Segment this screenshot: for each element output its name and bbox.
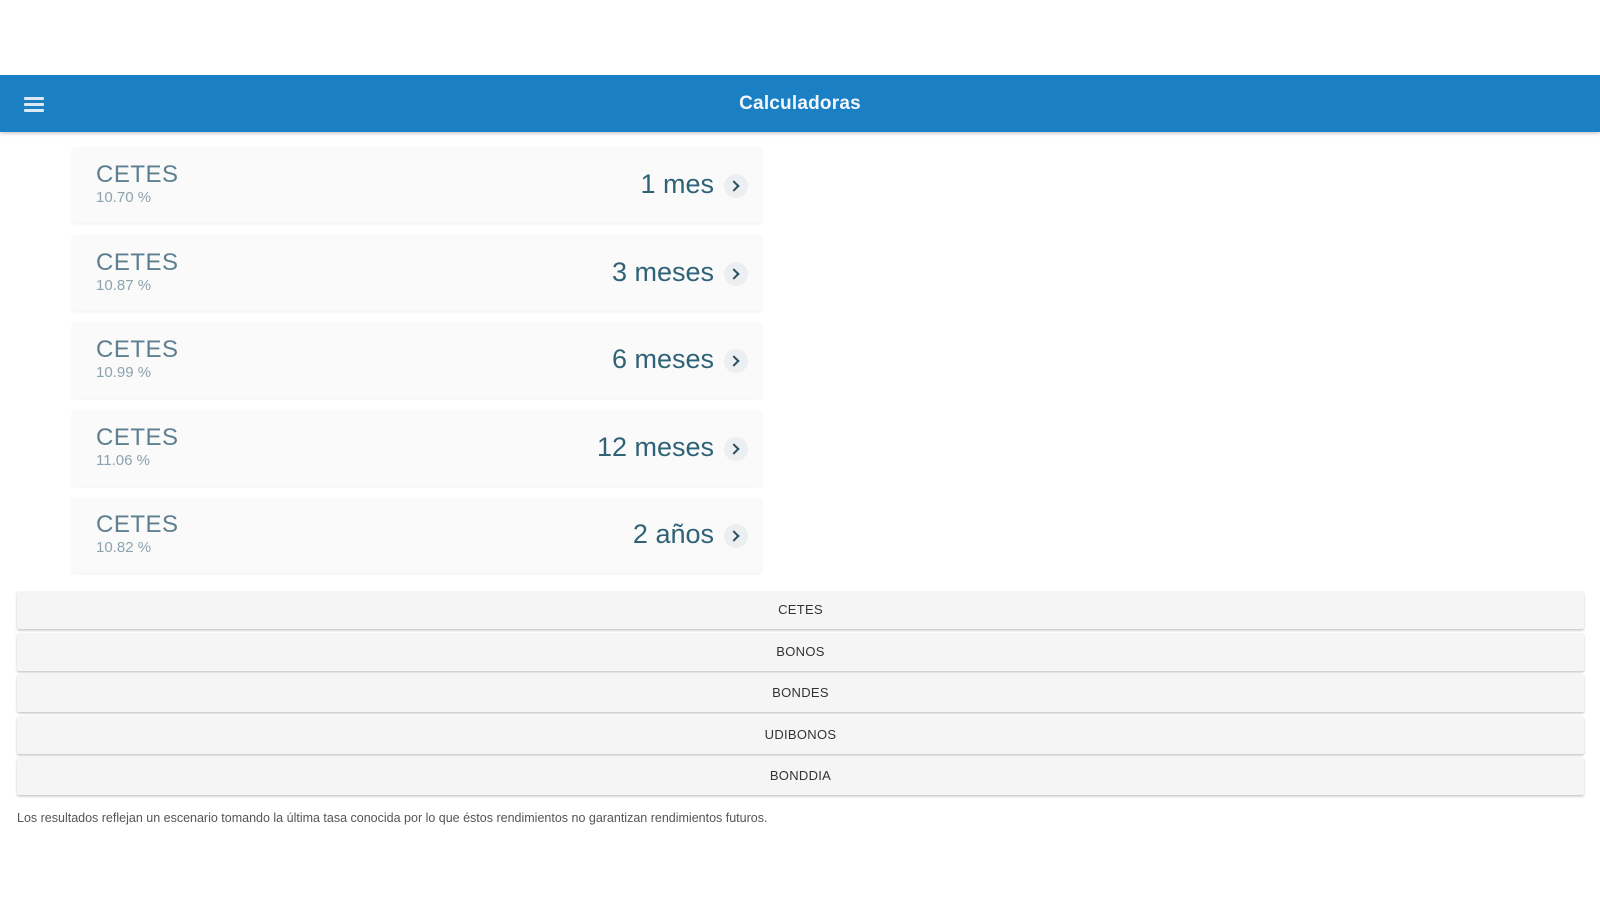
term-label: 1 mes xyxy=(640,169,714,199)
rate-card-3-meses[interactable]: CETES 10.87 % 3 meses xyxy=(72,234,762,311)
bonddia-button[interactable]: BONDDIA xyxy=(17,757,1584,795)
chevron-right-icon[interactable] xyxy=(724,261,748,286)
disclaimer-text: Los resultados reflejan un escenario tom… xyxy=(17,811,768,825)
rate-card-1-mes[interactable]: CETES 10.70 % 1 mes xyxy=(72,147,762,223)
rate-percentage: 11.06 % xyxy=(96,451,150,469)
chevron-right-icon[interactable] xyxy=(724,524,748,548)
app-bar: Calculadoras xyxy=(0,75,1600,132)
term-label: 6 meses xyxy=(611,344,714,374)
rate-percentage: 10.70 % xyxy=(96,189,152,206)
chevron-right-icon[interactable] xyxy=(724,436,748,461)
udibonos-button[interactable]: UDIBONOS xyxy=(17,715,1584,754)
page-title: Calculadoras xyxy=(739,93,861,114)
term-label: 12 meses xyxy=(596,431,714,462)
bonos-button[interactable]: BONOS xyxy=(17,632,1584,671)
rate-percentage: 10.82 % xyxy=(96,539,152,556)
rate-percentage: 10.99 % xyxy=(96,364,152,381)
instrument-name: CETES xyxy=(96,423,179,451)
instrument-name: CETES xyxy=(96,511,179,538)
chevron-right-icon[interactable] xyxy=(724,349,748,373)
bondes-button[interactable]: BONDES xyxy=(17,674,1584,712)
term-label: 2 años xyxy=(632,519,714,549)
rate-card-2-anos[interactable]: CETES 10.82 % 2 años xyxy=(72,497,762,573)
instrument-name: CETES xyxy=(96,248,179,276)
chevron-right-icon[interactable] xyxy=(724,174,748,198)
rate-list: CETES 10.70 % 1 mes CETES 10.87 % 3 mese… xyxy=(72,147,762,585)
rate-card-6-meses[interactable]: CETES 10.99 % 6 meses xyxy=(72,322,762,398)
instrument-selector: CETES BONOS BONDES UDIBONOS BONDDIA xyxy=(17,591,1584,799)
instrument-name: CETES xyxy=(96,161,179,188)
cetes-button[interactable]: CETES xyxy=(17,591,1584,629)
rate-percentage: 10.87 % xyxy=(96,276,152,294)
rate-card-12-meses[interactable]: CETES 11.06 % 12 meses xyxy=(72,409,762,486)
instrument-name: CETES xyxy=(96,336,179,363)
term-label: 3 meses xyxy=(611,256,714,287)
